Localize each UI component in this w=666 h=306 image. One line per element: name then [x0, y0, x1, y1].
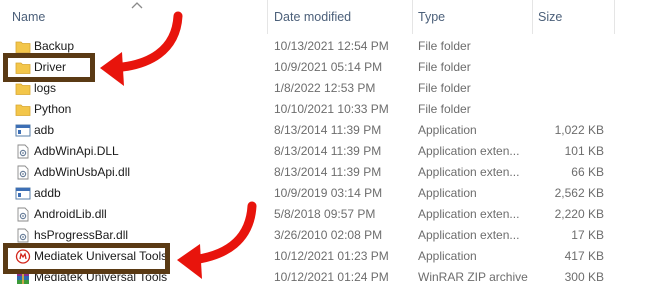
annotation-arrows	[100, 11, 257, 279]
red-curved-arrow-icon	[100, 11, 183, 86]
red-curved-arrow-icon	[177, 201, 257, 279]
